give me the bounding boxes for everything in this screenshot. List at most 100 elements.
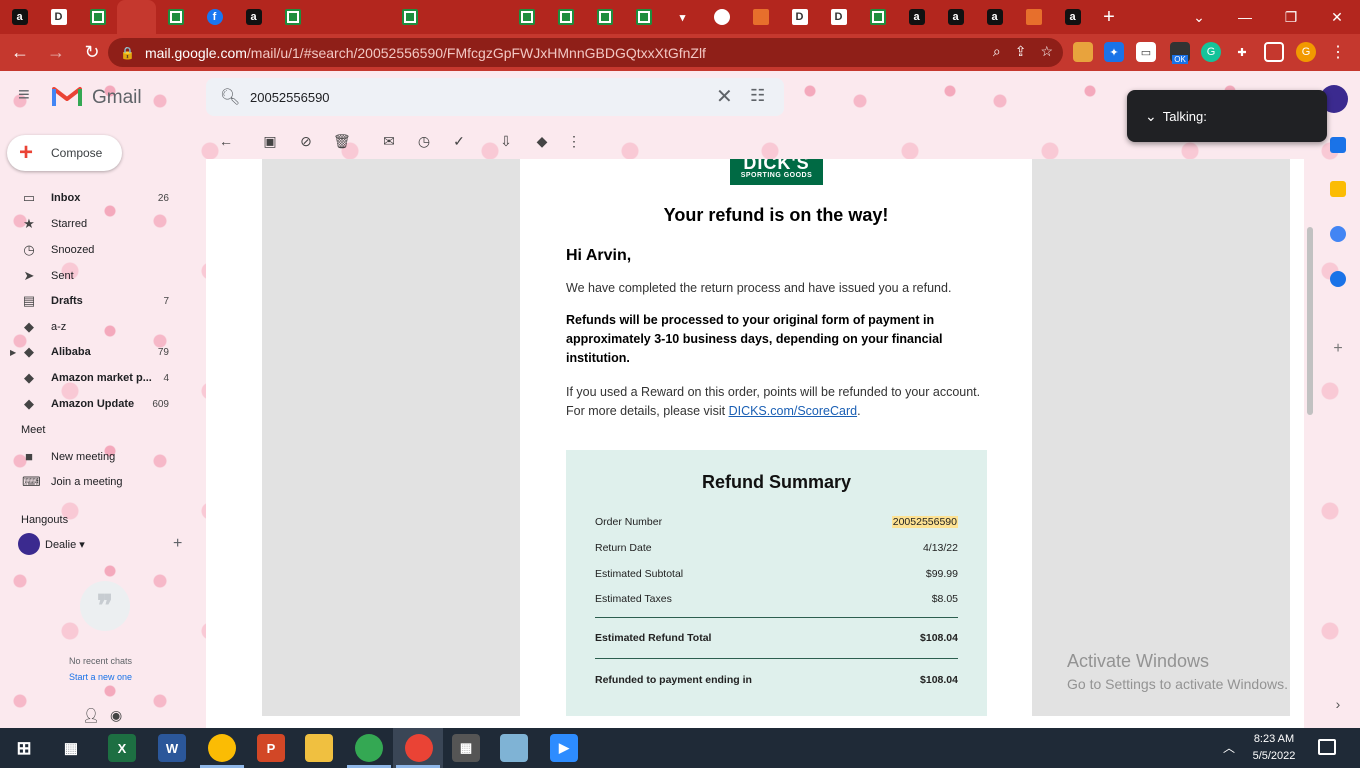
tab-sheets[interactable] [624,0,663,34]
tab-amazon[interactable]: a [1053,0,1092,34]
tab-gmail-active[interactable]: M [117,0,156,87]
move-to-icon[interactable]: ⇩ [498,133,514,149]
forward-button[interactable]: → [40,37,72,69]
compose-button[interactable]: + Compose [7,135,122,171]
word-icon[interactable]: W [158,734,186,762]
tab-amazon[interactable]: a [936,0,975,34]
sidebar-item-label-alibaba[interactable]: ▶ ◆ Alibaba 79 [0,340,205,364]
chat-icon[interactable]: ◉ [110,707,122,724]
tab-sheets[interactable] [78,0,117,34]
tab-sheets[interactable] [390,0,429,34]
tab-sheets[interactable] [546,0,585,34]
labels-icon[interactable]: ◆ [534,133,550,149]
tab-gmail[interactable]: M [429,0,468,87]
notes-icon[interactable] [500,734,528,762]
sidebar-item-inbox[interactable]: ▭ Inbox 26 [0,186,205,210]
share-icon[interactable]: ⇪ [1015,43,1027,60]
sidebar-item-label-a-z[interactable]: ◆ a-z [0,315,205,339]
tab-sheets[interactable] [585,0,624,34]
expand-arrow-icon[interactable]: ▶ [10,348,16,357]
chrome-active-icon[interactable] [405,734,433,762]
tab-doc[interactable]: D [819,0,858,34]
show-hidden-icons-chevron[interactable]: ︿ [1223,739,1235,756]
mark-unread-icon[interactable]: ✉ [381,133,397,149]
minimize-button[interactable]: — [1222,0,1268,34]
tab-gmail[interactable]: M [312,0,351,87]
sidebar-item-label-amazon-market[interactable]: ◆ Amazon market p... 4 [0,366,205,390]
file-explorer-icon[interactable] [305,734,333,762]
chrome-profile-icon[interactable] [355,734,383,762]
main-menu-icon[interactable]: ≡ [18,85,38,106]
sidebar-item-snoozed[interactable]: ◷ Snoozed [0,238,205,262]
tab-search-icon[interactable]: ⌄ [1176,0,1222,34]
zoom-app-icon[interactable]: ▶ [550,734,578,762]
excel-icon[interactable]: X [108,734,136,762]
scrollbar[interactable] [1305,221,1317,421]
tab-round[interactable] [702,0,741,34]
search-input[interactable]: 20052556590 [250,90,330,105]
tab-facebook[interactable]: f [195,0,234,34]
tab-cube[interactable] [1014,0,1053,34]
browser-menu-icon[interactable]: ⋮ [1328,42,1348,62]
add-chat-icon[interactable]: + [173,535,182,553]
extension-ok-icon[interactable]: OK [1170,42,1190,64]
sidebar-item-drafts[interactable]: ▤ Drafts 7 [0,289,205,313]
extension-blue-icon[interactable]: ✦ [1104,42,1124,62]
tab-sheets[interactable] [273,0,312,34]
report-spam-icon[interactable]: ⊘ [298,133,314,149]
contacts-icon[interactable]: 👤︎ [82,707,100,724]
address-bar[interactable]: 🔒 mail.google.com/mail/u/1/#search/20052… [108,38,1063,67]
start-new-chat-link[interactable]: Start a new one [69,672,132,682]
meet-join-meeting[interactable]: ⌨ Join a meeting [0,470,205,494]
hide-panel-chevron-icon[interactable]: › [1330,696,1346,712]
scrollbar-thumb[interactable] [1307,227,1313,415]
extension-muffin-icon[interactable] [1073,42,1093,62]
tab-sheets[interactable] [156,0,195,34]
sidebar-item-label-amazon-update[interactable]: ◆ Amazon Update 609 [0,392,205,416]
add-task-icon[interactable]: ✓ [451,133,467,149]
tab-amazon[interactable]: a [897,0,936,34]
powerpoint-icon[interactable]: P [257,734,285,762]
tasks-icon[interactable] [1330,226,1346,242]
tab-doc[interactable]: D [780,0,819,34]
restore-button[interactable]: ❐ [1268,0,1314,34]
add-addon-icon[interactable]: + [1330,341,1346,357]
side-panel-icon[interactable] [1264,42,1284,62]
sidebar-item-sent[interactable]: ➤ Sent [0,264,205,288]
more-options-icon[interactable]: ⋮ [566,133,582,149]
search-bar[interactable]: 🔍︎ 20052556590 ✕ ☷ [206,78,784,116]
task-view-icon[interactable]: ▦ [57,734,85,762]
zoom-icon[interactable]: ⌕ [993,43,1001,60]
clear-search-icon[interactable]: ✕ [716,84,733,109]
contacts-side-icon[interactable] [1330,271,1346,287]
windows-start-icon[interactable]: ⊞ [10,734,38,762]
delete-icon[interactable]: 🗑︎ [333,133,351,149]
new-tab-button[interactable]: + [1092,6,1126,29]
gmail-logo-icon[interactable] [52,84,82,108]
tab-amazon[interactable]: a [975,0,1014,34]
close-window-button[interactable]: ✕ [1314,0,1360,34]
extensions-puzzle-icon[interactable]: ✚ [1232,42,1252,62]
taskbar-clock[interactable]: 8:23 AM 5/5/2022 [1246,731,1302,765]
tab-gmail[interactable]: M [351,0,390,87]
tab-amazon[interactable]: a [234,0,273,34]
bookmark-star-icon[interactable]: ☆ [1040,43,1053,60]
hangout-user-avatar[interactable] [18,533,40,555]
chevron-down-icon[interactable]: ⌄ [1145,108,1157,125]
notification-center-icon[interactable] [1318,739,1336,755]
back-button[interactable]: ← [4,37,36,69]
tab-sheets[interactable] [507,0,546,34]
tab-doc[interactable]: D [39,0,78,34]
scorecard-link[interactable]: DICKS.com/ScoreCard [729,404,858,418]
profile-avatar[interactable]: G [1296,42,1316,62]
reload-button[interactable]: ↻ [76,37,108,69]
tab-cap[interactable]: ▾ [663,0,702,34]
tab-sheets[interactable] [858,0,897,34]
keep-icon[interactable] [1330,181,1346,197]
tab-colorful[interactable] [741,0,780,34]
tab-gmail[interactable]: M [468,0,507,87]
chrome-icon[interactable] [208,734,236,762]
sidebar-item-starred[interactable]: ★ Starred [0,212,205,236]
back-arrow-icon[interactable]: ← [218,133,234,149]
meet-new-meeting[interactable]: ■ New meeting [0,445,205,469]
